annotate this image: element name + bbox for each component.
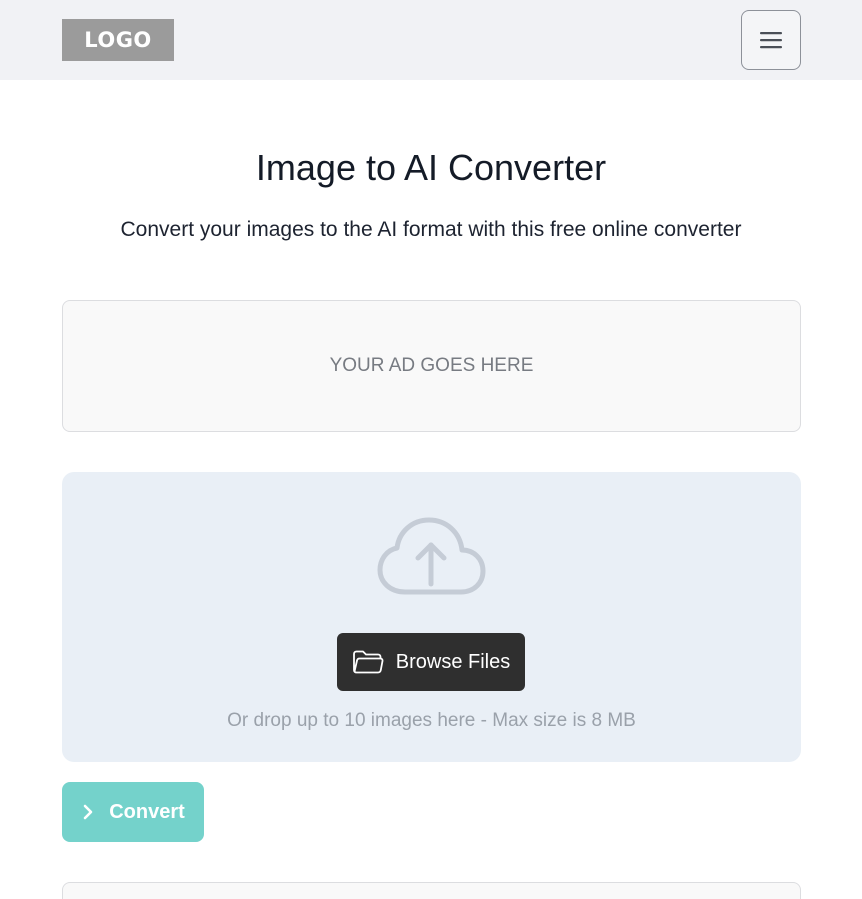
page-title: Image to AI Converter [255,147,607,188]
page-subtitle: Convert your images to the AI format wit… [120,218,742,241]
ad-placeholder: YOUR AD GOES HERE [62,300,801,432]
site-header: LOGO [0,0,862,80]
cloud-upload-icon [377,517,486,595]
ad-text: YOUR AD GOES HERE [329,355,534,376]
browse-files-label: Browse Files [395,650,511,673]
browse-files-button[interactable]: Browse Files [337,633,525,691]
results-panel [62,882,801,899]
site-logo[interactable]: LOGO [62,19,174,61]
drop-hint-text: Or drop up to 10 images here - Max size … [227,710,636,731]
folder-open-icon [352,649,384,675]
menu-button[interactable] [741,10,801,70]
file-drop-zone[interactable]: Browse Files Or drop up to 10 images her… [62,472,801,762]
chevron-right-icon [81,803,95,821]
convert-button[interactable]: Convert [62,782,204,842]
convert-label: Convert [109,800,185,823]
hamburger-menu-icon [760,32,782,49]
